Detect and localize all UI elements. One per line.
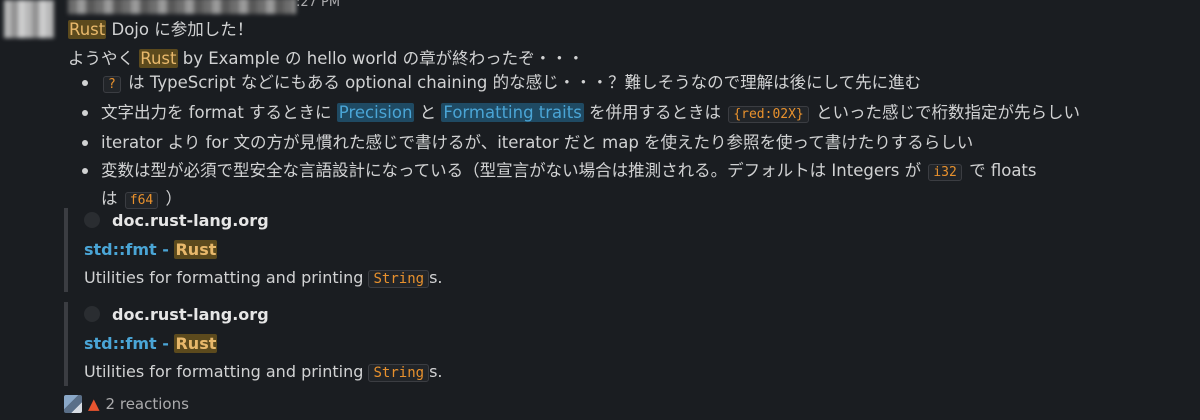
reactions-count: 2 reactions [105, 395, 189, 413]
unfurl-site: doc.rust-lang.org [112, 304, 269, 324]
message-timestamp[interactable]: :27 PM [296, 0, 340, 10]
inline-code: String [368, 270, 430, 288]
search-highlight: Rust [174, 240, 218, 259]
inline-code: ? [103, 76, 121, 93]
list-item: 文字出力を format するときに Precision と Formattin… [68, 100, 1193, 128]
reactions-bar[interactable]: ▲ 2 reactions [64, 395, 189, 413]
site-favicon-icon [84, 212, 100, 228]
unfurl-site: doc.rust-lang.org [112, 210, 269, 230]
link-precision[interactable]: Precision [336, 103, 415, 122]
unfurl-description: Utilities for formatting and printing St… [84, 268, 443, 288]
list-item: iterator より for 文の方が見慣れた感じで書けるが、iterator… [68, 130, 1193, 156]
message-line-2: ようやく Rust by Example の hello world の章が終わ… [68, 49, 585, 68]
user-name-blurred[interactable] [68, 0, 296, 14]
inline-code: f64 [124, 192, 159, 209]
search-highlight: Rust [139, 49, 178, 68]
link-unfurl-1[interactable]: doc.rust-lang.org std::fmt - Rust Utilit… [64, 208, 784, 292]
image-reaction-icon [64, 395, 82, 413]
bullet-list: ? は TypeScript などにもある optional chaining … [68, 70, 1193, 216]
search-highlight: Rust [174, 334, 218, 353]
unfurl-title[interactable]: std::fmt - Rust [84, 236, 784, 264]
inline-code: {red:02X} [728, 106, 809, 123]
site-favicon-icon [84, 306, 100, 322]
unfurl-title[interactable]: std::fmt - Rust [84, 330, 784, 358]
crab-icon: ▲ [88, 395, 100, 413]
list-item: 変数は型が必須で型安全な言語設計になっている（型宣言がない場合は推測される。デフ… [68, 158, 1193, 214]
user-avatar[interactable] [4, 0, 54, 38]
link-formatting-traits[interactable]: Formatting traits [441, 103, 584, 122]
search-highlight: Rust [68, 20, 107, 39]
inline-code: i32 [928, 164, 962, 181]
link-unfurl-2[interactable]: doc.rust-lang.org std::fmt - Rust Utilit… [64, 302, 784, 386]
list-item: ? は TypeScript などにもある optional chaining … [68, 70, 1193, 98]
inline-code: String [368, 364, 430, 382]
message-line-1: Rust Dojo に参加した！ [68, 20, 254, 39]
unfurl-description: Utilities for formatting and printing St… [84, 362, 443, 382]
